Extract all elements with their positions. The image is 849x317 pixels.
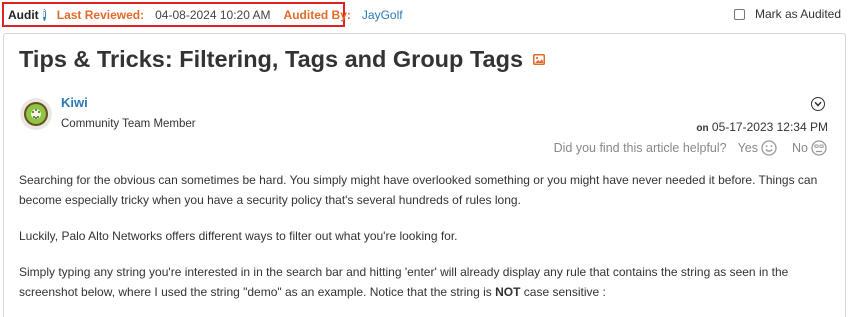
article-title: Tips & Tricks: Filtering, Tags and Group… <box>19 46 524 72</box>
helpful-yes-label: Yes <box>737 141 759 155</box>
mark-audited-label: Mark as Audited <box>754 7 841 21</box>
info-icon[interactable]: i <box>42 8 46 21</box>
helpful-no-label: No <box>792 141 808 155</box>
author-name-link[interactable]: Kiwi <box>61 95 88 110</box>
date-value: 05-17-2023 12:34 PM <box>711 120 828 134</box>
audit-label: Audit <box>8 7 39 22</box>
last-reviewed-value: 04-08-2024 10:20 AM <box>155 7 271 22</box>
chevron-down-icon <box>814 101 822 107</box>
body-paragraph: Luckily, Palo Alto Networks offers diffe… <box>19 229 458 243</box>
frown-icon <box>811 140 827 156</box>
body-text-segment: Simply typing any string you're interest… <box>19 265 789 299</box>
body-paragraph-3: Simply typing any string you're interest… <box>19 262 834 302</box>
mark-audited-checkbox[interactable] <box>733 8 745 20</box>
helpful-question: Did you find this article helpful? <box>553 141 727 155</box>
date-prefix: on <box>696 123 709 134</box>
article-title-row: Tips & Tricks: Filtering, Tags and Group… <box>19 46 546 73</box>
author-role: Community Team Member <box>61 118 196 130</box>
article-options-menu[interactable] <box>811 97 825 111</box>
emphasis-not: NOT <box>495 285 521 299</box>
avatar[interactable] <box>20 98 52 130</box>
last-reviewed-label: Last Reviewed: <box>56 7 145 22</box>
body-paragraph: Searching for the obvious can sometimes … <box>19 173 818 207</box>
mark-as-audited[interactable]: Mark as Audited <box>733 7 841 21</box>
post-date: on 05-17-2023 12:34 PM <box>696 120 828 134</box>
body-text-segment: case sensitive : <box>520 285 606 299</box>
audit-bar: Audit i Last Reviewed: 04-08-2024 10:20 … <box>2 2 403 27</box>
article-body: Searching for the obvious can sometimes … <box>19 170 834 317</box>
helpful-feedback: Did you find this article helpful? Yes N… <box>554 140 827 156</box>
helpful-yes-button[interactable]: Yes <box>738 140 777 156</box>
smiley-icon <box>761 140 777 156</box>
article-card: Tips & Tricks: Filtering, Tags and Group… <box>3 33 846 317</box>
audited-by-link[interactable]: JayGolf <box>362 8 403 22</box>
helpful-no-button[interactable]: No <box>792 140 827 156</box>
audited-by-label: Audited By: <box>283 7 351 22</box>
image-icon <box>533 54 546 65</box>
